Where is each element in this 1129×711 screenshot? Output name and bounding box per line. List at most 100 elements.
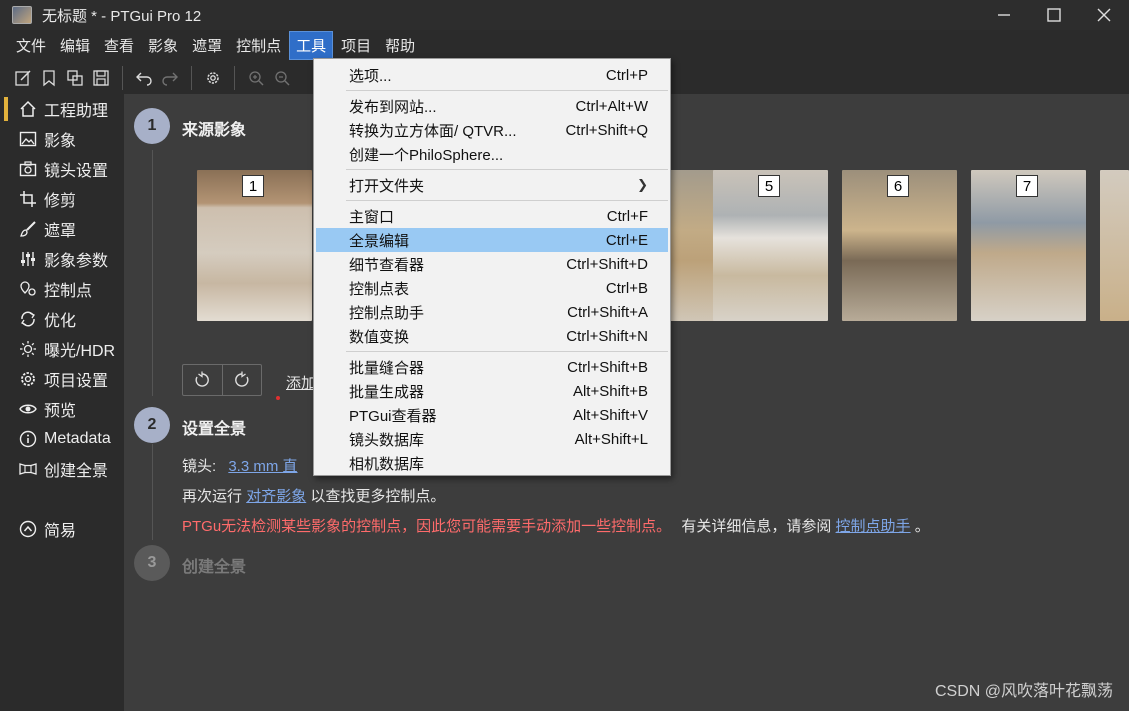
shortcut-label: Alt+Shift+L (574, 430, 648, 448)
new-project-button[interactable] (10, 65, 36, 91)
sidebar: 工程助理 影象 镜头设置 修剪 遮罩 影象参数 控制点 优化 曝光/HDR 项目… (0, 94, 124, 711)
menu-item-create-philosphere[interactable]: 创建一个PhiloSphere... (314, 142, 670, 166)
sidebar-item-image-parameters[interactable]: 影象参数 (0, 244, 124, 274)
menu-item-camera-database[interactable]: 相机数据库 (314, 451, 670, 475)
sidebar-item-label: 优化 (44, 313, 77, 330)
menu-mask[interactable]: 遮罩 (186, 32, 228, 59)
menu-tools[interactable]: 工具 (289, 30, 334, 60)
menu-project[interactable]: 项目 (335, 32, 377, 59)
sidebar-item-project-assistant[interactable]: 工程助理 (0, 94, 124, 124)
sidebar-item-crop[interactable]: 修剪 (0, 184, 124, 214)
rerun-prefix: 再次运行 (182, 488, 243, 505)
brush-icon (18, 219, 38, 239)
shortcut-label: Ctrl+P (605, 66, 648, 84)
menu-file[interactable]: 文件 (10, 32, 52, 59)
menu-item-options[interactable]: 选项... Ctrl+P (314, 63, 670, 87)
menu-item-control-point-table[interactable]: 控制点表 Ctrl+B (314, 276, 670, 300)
minimize-button[interactable] (979, 0, 1029, 30)
sidebar-item-optimize[interactable]: 优化 (0, 304, 124, 334)
redo-button[interactable] (157, 65, 183, 91)
zoom-in-icon (249, 71, 264, 86)
gear-icon (207, 72, 219, 84)
menu-edit[interactable]: 编辑 (54, 32, 96, 59)
menu-item-panorama-editor[interactable]: 全景编辑 Ctrl+E (316, 228, 668, 252)
thumbnail-number: 5 (758, 175, 780, 197)
menu-item-convert-cube-qtvr[interactable]: 转换为立方体面/ QTVR... Ctrl+Shift+Q (314, 118, 670, 142)
image-thumbnail[interactable]: 5 (713, 170, 828, 321)
image-thumbnail[interactable] (670, 170, 716, 321)
maximize-icon (1047, 8, 1061, 22)
maximize-button[interactable] (1029, 0, 1079, 30)
image-thumbnail[interactable]: 1 (197, 170, 312, 321)
tools-dropdown-menu: 选项... Ctrl+P 发布到网站... Ctrl+Alt+W 转换为立方体面… (313, 58, 671, 476)
zoom-in-button[interactable] (243, 65, 269, 91)
image-thumbnail[interactable]: 6 (842, 170, 957, 321)
info-suffix: 。 (914, 518, 930, 535)
sidebar-item-preview[interactable]: 预览 (0, 394, 124, 424)
lens-link[interactable]: 3.3 mm 直 (228, 458, 297, 475)
rotate-right-button[interactable] (221, 365, 262, 395)
menu-item-open-folder[interactable]: 打开文件夹 ❯ (314, 173, 670, 197)
zoom-out-button[interactable] (269, 65, 295, 91)
thumbnail-number: 7 (1016, 175, 1038, 197)
rerun-suffix: 以查找更多控制点。 (310, 488, 446, 505)
submenu-arrow-icon: ❯ (637, 177, 648, 192)
sidebar-item-control-points[interactable]: 控制点 (0, 274, 124, 304)
save-button[interactable] (88, 65, 114, 91)
sidebar-item-label: 曝光/HDR (44, 343, 116, 360)
shortcut-label: Ctrl+Alt+W (575, 97, 648, 115)
menu-images[interactable]: 影象 (142, 32, 184, 59)
thumbnail-number: 6 (887, 175, 909, 197)
menu-item-ptgui-viewer[interactable]: PTGui查看器 Alt+Shift+V (314, 403, 670, 427)
menu-separator (346, 169, 668, 170)
menu-view[interactable]: 查看 (98, 32, 140, 59)
rotate-controls (182, 364, 262, 396)
sidebar-item-project-settings[interactable]: 项目设置 (0, 364, 124, 394)
sidebar-simple-mode-toggle[interactable]: 简易 (0, 514, 124, 544)
menu-item-batch-stitcher[interactable]: 批量缝合器 Ctrl+Shift+B (314, 355, 670, 379)
menu-bar: 文件 编辑 查看 影象 遮罩 控制点 工具 项目 帮助 (0, 30, 423, 60)
sliders-icon (18, 249, 38, 269)
window-title: 无标题 * - PTGui Pro 12 (42, 7, 202, 25)
image-thumbnail[interactable]: 7 (971, 170, 1086, 321)
add-images-link[interactable]: 添加 (286, 372, 316, 393)
eye-icon (18, 399, 38, 419)
menu-item-main-window[interactable]: 主窗口 Ctrl+F (314, 204, 670, 228)
menu-item-control-point-assistant[interactable]: 控制点助手 Ctrl+Shift+A (314, 300, 670, 324)
control-point-assistant-link[interactable]: 控制点助手 (836, 518, 911, 535)
menu-help[interactable]: 帮助 (379, 32, 421, 59)
menu-separator (346, 90, 668, 91)
step-1-badge: 1 (134, 108, 170, 144)
menu-control-points[interactable]: 控制点 (230, 32, 287, 59)
rotate-left-button[interactable] (183, 365, 222, 395)
sidebar-item-create-panorama[interactable]: 创建全景 (0, 454, 124, 484)
rotate-right-icon (234, 371, 249, 387)
menu-item-publish-website[interactable]: 发布到网站... Ctrl+Alt+W (314, 94, 670, 118)
sidebar-item-metadata[interactable]: Metadata (0, 424, 124, 454)
menu-separator (346, 351, 668, 352)
align-images-link[interactable]: 对齐影象 (246, 488, 306, 505)
sidebar-item-lens-settings[interactable]: 镜头设置 (0, 154, 124, 184)
undo-button[interactable] (131, 65, 157, 91)
sidebar-item-label: Metadata (44, 430, 111, 447)
toolbar (0, 63, 295, 93)
sidebar-item-mask[interactable]: 遮罩 (0, 214, 124, 244)
sidebar-item-label: 预览 (44, 403, 77, 420)
copy-button[interactable] (62, 65, 88, 91)
menu-item-batch-builder[interactable]: 批量生成器 Alt+Shift+B (314, 379, 670, 403)
open-project-button[interactable] (36, 65, 62, 91)
menu-item-numerical-transform[interactable]: 数值变换 Ctrl+Shift+N (314, 324, 670, 348)
control-point-icon (18, 279, 38, 299)
edit-icon (15, 70, 31, 86)
menu-item-lens-database[interactable]: 镜头数据库 Alt+Shift+L (314, 427, 670, 451)
close-button[interactable] (1079, 0, 1129, 30)
menu-item-detail-viewer[interactable]: 细节查看器 Ctrl+Shift+D (314, 252, 670, 276)
save-icon (93, 70, 109, 86)
sidebar-item-images[interactable]: 影象 (0, 124, 124, 154)
sidebar-item-exposure-hdr[interactable]: 曝光/HDR (0, 334, 124, 364)
sun-icon (18, 339, 38, 359)
zoom-out-icon (275, 71, 290, 86)
image-thumbnail[interactable] (1100, 170, 1129, 321)
step-3-title: 创建全景 (182, 559, 247, 576)
settings-button[interactable] (200, 65, 226, 91)
